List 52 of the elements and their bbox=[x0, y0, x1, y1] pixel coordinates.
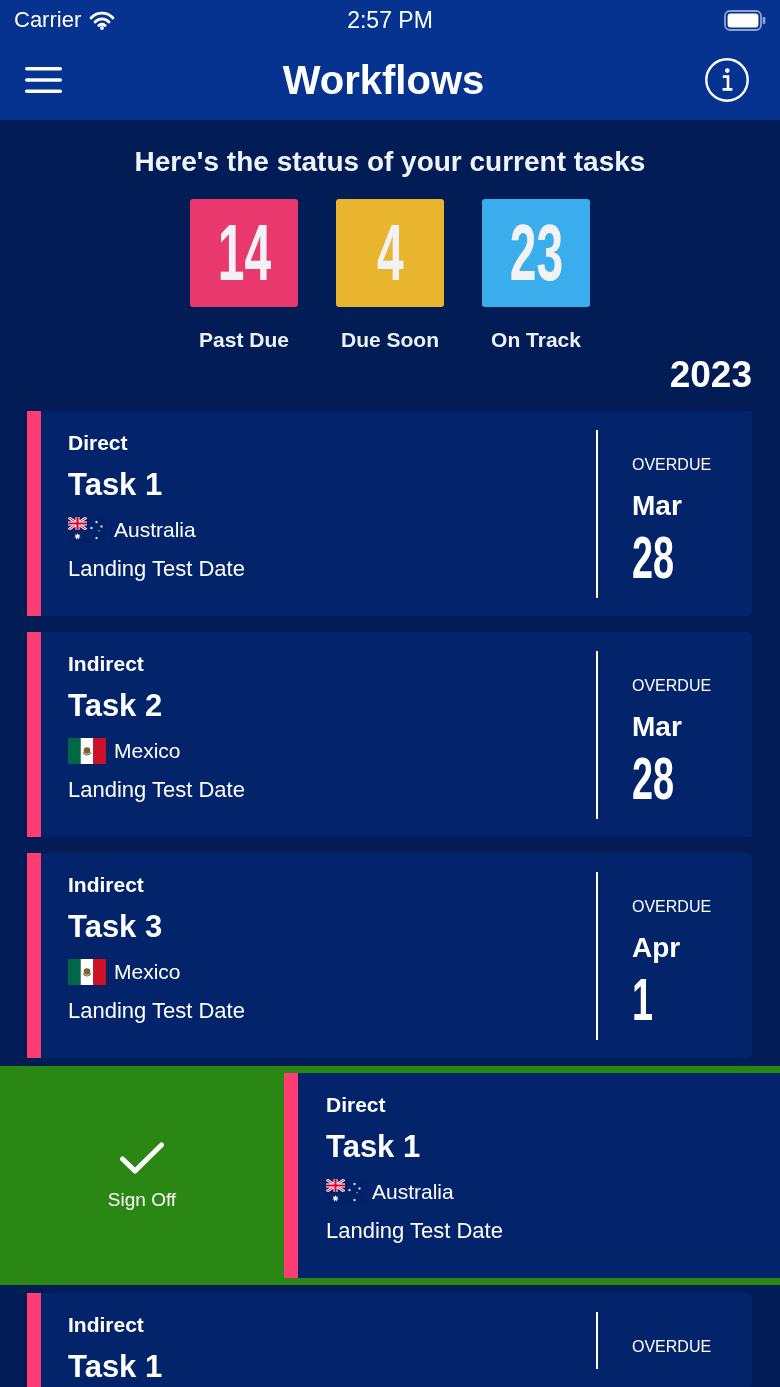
counter-label: Due Soon bbox=[341, 328, 439, 352]
battery-icon bbox=[724, 9, 766, 31]
task-title: Task 2 bbox=[68, 687, 163, 725]
task-detail: Landing Test Date bbox=[326, 1218, 503, 1244]
due-status: OVERDUE bbox=[632, 455, 712, 475]
carrier-name: Carrier bbox=[14, 7, 82, 33]
due-month: Apr bbox=[632, 932, 681, 964]
check-icon bbox=[119, 1140, 165, 1175]
count-tile: 4 bbox=[336, 199, 444, 307]
wifi-icon bbox=[89, 10, 116, 30]
task-title: Task 1 bbox=[68, 1348, 163, 1386]
task-title: Task 1 bbox=[326, 1128, 421, 1166]
due-month: Mar bbox=[632, 490, 682, 522]
sign-off-button[interactable]: Sign Off bbox=[0, 1066, 284, 1285]
menu-icon[interactable] bbox=[25, 67, 62, 93]
task-card[interactable]: Indirect Task 1 OVERDUE bbox=[27, 1293, 752, 1387]
counter-label: Past Due bbox=[199, 328, 289, 352]
due-status: OVERDUE bbox=[632, 1337, 712, 1357]
due-status: OVERDUE bbox=[632, 897, 712, 917]
task-card[interactable]: Direct Task 1 Australia Landing Test Date bbox=[284, 1073, 780, 1278]
task-type: Direct bbox=[326, 1092, 386, 1118]
task-detail: Landing Test Date bbox=[68, 998, 245, 1024]
screen-title: Workflows bbox=[282, 57, 485, 103]
due-day: 28 bbox=[632, 751, 675, 807]
due-day: 28 bbox=[632, 530, 675, 586]
flag-icon bbox=[68, 738, 106, 764]
counter-label: On Track bbox=[491, 328, 581, 352]
flag-icon bbox=[68, 959, 106, 985]
task-detail: Landing Test Date bbox=[68, 777, 245, 803]
task-type: Indirect bbox=[68, 1312, 144, 1338]
task-type: Indirect bbox=[68, 651, 144, 677]
task-card[interactable]: Indirect Task 2 Mexico Landing Test Date OVERDUE Mar 28 bbox=[27, 632, 752, 837]
summary-heading: Here's the status of your current tasks bbox=[134, 146, 646, 178]
due-status: OVERDUE bbox=[632, 676, 712, 696]
clock-time: 2:57 PM bbox=[347, 6, 433, 34]
due-day: 1 bbox=[632, 972, 654, 1028]
count-tile: 23 bbox=[482, 199, 590, 307]
task-detail: Landing Test Date bbox=[68, 556, 245, 582]
task-title: Task 3 bbox=[68, 908, 163, 946]
country-name: Mexico bbox=[114, 959, 181, 985]
task-card[interactable]: Indirect Task 3 Mexico Landing Test Date OVERDUE Apr 1 bbox=[27, 853, 752, 1058]
country-name: Australia bbox=[372, 1179, 454, 1205]
count-tile: 14 bbox=[190, 199, 298, 307]
task-type: Direct bbox=[68, 430, 128, 456]
country-name: Mexico bbox=[114, 738, 181, 764]
country-name: Australia bbox=[114, 517, 196, 543]
year-label: 2023 bbox=[669, 354, 752, 396]
task-type: Indirect bbox=[68, 872, 144, 898]
task-title: Task 1 bbox=[68, 466, 163, 504]
due-month: Mar bbox=[632, 711, 682, 743]
task-card[interactable]: Direct Task 1 Australia Landing Test Date OVERDUE Mar 28 bbox=[27, 411, 752, 616]
info-icon[interactable] bbox=[705, 58, 749, 102]
